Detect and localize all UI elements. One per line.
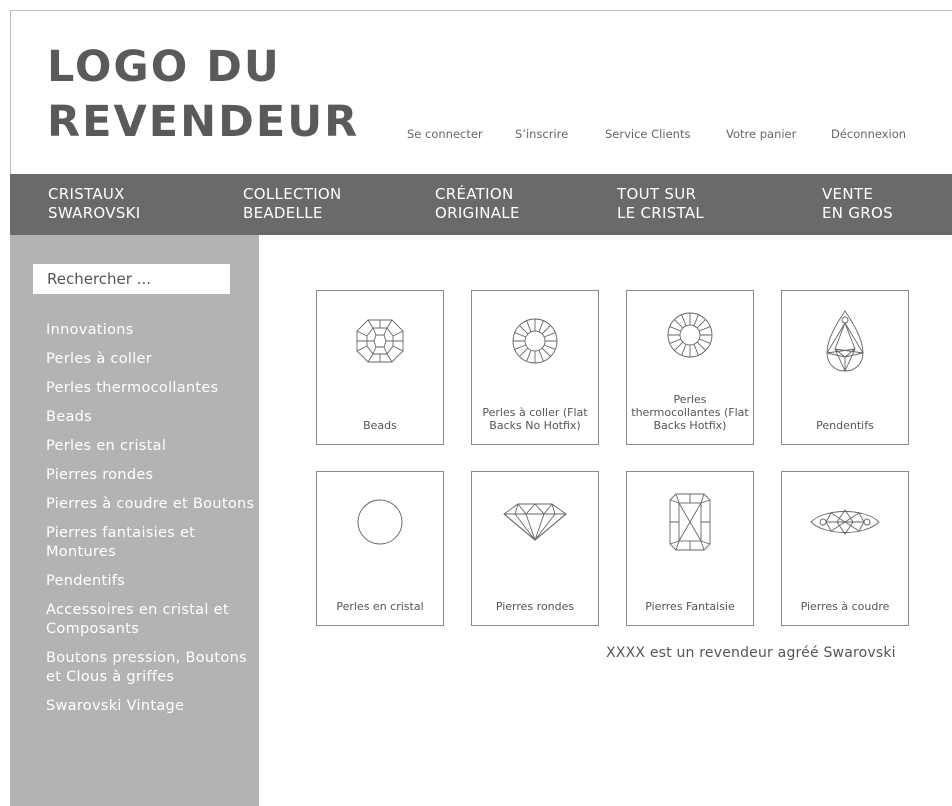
- product-card-pendants[interactable]: Pendentifs: [781, 290, 909, 445]
- nav-about-crystal[interactable]: TOUT SUR LE CRISTAL: [617, 185, 704, 223]
- search-input[interactable]: [33, 264, 230, 294]
- sidebar-item-pendants[interactable]: Pendentifs: [46, 572, 256, 601]
- nav-label-line-1: CRÉATION: [435, 185, 514, 203]
- user-nav: Se connecter S’inscrire Service Clients …: [0, 127, 952, 143]
- sidebar-item-accessories[interactable]: Accessoires en cristal et Composants: [46, 601, 256, 649]
- product-card-round-stones[interactable]: Pierres rondes: [471, 471, 599, 626]
- fancy-stone-icon: [627, 472, 753, 572]
- product-label: Beads: [363, 419, 397, 432]
- nav-original-creation[interactable]: CRÉATION ORIGINALE: [435, 185, 520, 223]
- login-link[interactable]: Se connecter: [407, 127, 483, 141]
- flat-back-hotfix-icon: [627, 285, 753, 385]
- sidebar-item-sew-on-stones[interactable]: Pierres à coudre et Boutons: [46, 495, 256, 524]
- nav-label-line-2: BEADELLE: [243, 204, 323, 222]
- nav-label-line-2: SWAROVSKI: [48, 204, 141, 222]
- sidebar-item-hotfix[interactable]: Perles thermocollantes: [46, 379, 256, 408]
- sidebar: Innovations Perles à coller Perles therm…: [10, 235, 259, 806]
- logo-line-1: LOGO DU: [47, 42, 281, 92]
- cart-link[interactable]: Votre panier: [726, 127, 796, 141]
- product-card-hotfix[interactable]: Perles thermocollantes (Flat Backs Hotfi…: [626, 290, 754, 445]
- sidebar-item-beads[interactable]: Beads: [46, 408, 256, 437]
- nav-beadelle-collection[interactable]: COLLECTION BEADELLE: [243, 185, 342, 223]
- product-label: Pierres à coudre: [800, 600, 890, 613]
- sidebar-item-flat-backs[interactable]: Perles à coller: [46, 350, 256, 379]
- sidebar-item-crystal-pearls[interactable]: Perles en cristal: [46, 437, 256, 466]
- sidebar-item-buttons[interactable]: Boutons pression, Boutons et Clous à gri…: [46, 649, 256, 697]
- faceted-bead-icon: [317, 291, 443, 391]
- product-card-beads[interactable]: Beads: [316, 290, 444, 445]
- round-pearl-icon: [317, 472, 443, 572]
- category-list: Innovations Perles à coller Perles therm…: [46, 321, 256, 726]
- sidebar-item-round-stones[interactable]: Pierres rondes: [46, 466, 256, 495]
- nav-wholesale[interactable]: VENTE EN GROS: [822, 185, 893, 223]
- nav-label-line-1: COLLECTION: [243, 185, 342, 203]
- product-card-sew-on-stones[interactable]: Pierres à coudre: [781, 471, 909, 626]
- nav-label-line-1: TOUT SUR: [617, 185, 697, 203]
- nav-label-line-1: VENTE: [822, 185, 874, 203]
- round-stone-icon: [472, 472, 598, 572]
- sidebar-item-fancy-stones[interactable]: Pierres fantaisies et Montures: [46, 524, 256, 572]
- product-card-fancy-stones[interactable]: Pierres Fantaisie: [626, 471, 754, 626]
- product-label: Perles à coller (Flat Backs No Hotfix): [482, 406, 588, 432]
- sidebar-item-vintage[interactable]: Swarovski Vintage: [46, 697, 256, 726]
- product-label: Pierres Fantaisie: [645, 600, 735, 613]
- product-label: Perles thermocollantes (Flat Backs Hotfi…: [631, 393, 749, 432]
- nav-swarovski-crystals[interactable]: CRISTAUX SWAROVSKI: [48, 185, 141, 223]
- product-label: Pierres rondes: [495, 600, 575, 613]
- authorized-dealer-notice: XXXX est un revendeur agréé Swarovski: [606, 645, 896, 661]
- nav-label-line-2: LE CRISTAL: [617, 204, 705, 222]
- customer-service-link[interactable]: Service Clients: [605, 127, 690, 141]
- product-card-flat-backs[interactable]: Perles à coller (Flat Backs No Hotfix): [471, 290, 599, 445]
- product-card-crystal-pearls[interactable]: Perles en cristal: [316, 471, 444, 626]
- product-label: Perles en cristal: [336, 600, 424, 613]
- sidebar-item-innovations[interactable]: Innovations: [46, 321, 256, 350]
- pendant-icon: [782, 291, 908, 391]
- flat-back-icon: [472, 291, 598, 391]
- nav-label-line-2: ORIGINALE: [435, 204, 520, 222]
- logout-link[interactable]: Déconnexion: [831, 127, 906, 141]
- main-nav: CRISTAUX SWAROVSKI COLLECTION BEADELLE C…: [10, 174, 952, 235]
- nav-label-line-1: CRISTAUX: [48, 185, 125, 203]
- register-link[interactable]: S’inscrire: [515, 127, 568, 141]
- sew-on-stone-icon: [782, 472, 908, 572]
- product-label: Pendentifs: [816, 419, 874, 432]
- nav-label-line-2: EN GROS: [822, 204, 893, 222]
